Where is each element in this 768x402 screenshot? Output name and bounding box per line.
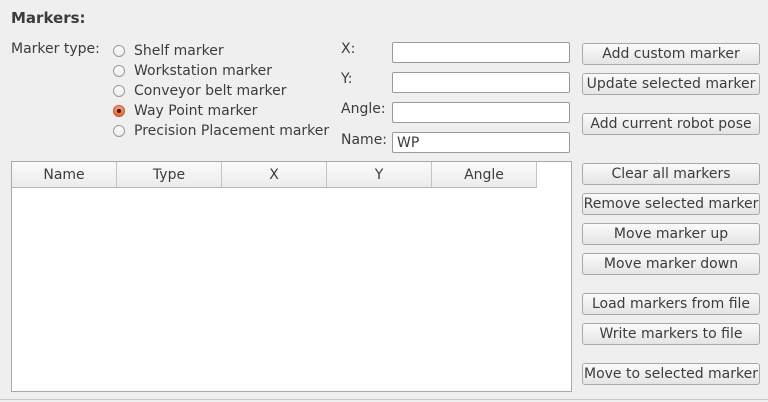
move-marker-up-button[interactable]: Move marker up: [582, 223, 760, 245]
radio-label: Shelf marker: [134, 43, 224, 59]
column-header-y[interactable]: Y: [327, 162, 432, 187]
column-header-name[interactable]: Name: [12, 162, 117, 187]
add-custom-marker-button[interactable]: Add custom marker: [582, 43, 760, 65]
radio-button-icon[interactable]: [113, 125, 125, 137]
radio-way-point-marker[interactable]: Way Point marker: [113, 102, 257, 120]
radio-label: Conveyor belt marker: [134, 83, 287, 99]
radio-label: Workstation marker: [134, 63, 273, 79]
angle-label: Angle:: [341, 101, 386, 117]
update-selected-marker-button[interactable]: Update selected marker: [582, 73, 760, 95]
y-input[interactable]: [392, 72, 570, 93]
x-label: X:: [341, 41, 356, 57]
radio-precision-placement-marker[interactable]: Precision Placement marker: [113, 122, 329, 140]
y-label: Y:: [341, 71, 353, 87]
radio-button-icon[interactable]: [113, 85, 125, 97]
radio-conveyor-belt-marker[interactable]: Conveyor belt marker: [113, 82, 286, 100]
radio-button-icon[interactable]: [113, 65, 125, 77]
add-current-robot-pose-button[interactable]: Add current robot pose: [582, 113, 760, 135]
angle-input[interactable]: [392, 102, 570, 123]
radio-label: Way Point marker: [134, 103, 258, 119]
radio-button-icon[interactable]: [113, 45, 125, 57]
column-header-angle[interactable]: Angle: [432, 162, 537, 187]
clear-all-markers-button[interactable]: Clear all markers: [582, 163, 760, 185]
column-header-type[interactable]: Type: [117, 162, 222, 187]
markers-section-title: Markers:: [11, 9, 86, 27]
move-marker-down-button[interactable]: Move marker down: [582, 253, 760, 275]
load-markers-from-file-button[interactable]: Load markers from file: [582, 293, 760, 315]
x-input[interactable]: [392, 42, 570, 63]
remove-selected-marker-button[interactable]: Remove selected marker: [582, 193, 760, 215]
radio-workstation-marker[interactable]: Workstation marker: [113, 62, 272, 80]
marker-type-label: Marker type:: [11, 41, 100, 57]
name-label: Name:: [341, 132, 388, 148]
column-header-x[interactable]: X: [222, 162, 327, 187]
write-markers-to-file-button[interactable]: Write markers to file: [582, 323, 760, 345]
radio-button-checked-icon[interactable]: [113, 105, 125, 117]
name-input[interactable]: [392, 132, 570, 153]
radio-shelf-marker[interactable]: Shelf marker: [113, 42, 224, 60]
radio-label: Precision Placement marker: [134, 123, 330, 139]
markers-table[interactable]: Name Type X Y Angle: [11, 161, 572, 392]
move-to-selected-marker-button[interactable]: Move to selected marker: [582, 363, 760, 385]
bottom-divider: [0, 399, 768, 400]
table-header: Name Type X Y Angle: [12, 162, 537, 188]
